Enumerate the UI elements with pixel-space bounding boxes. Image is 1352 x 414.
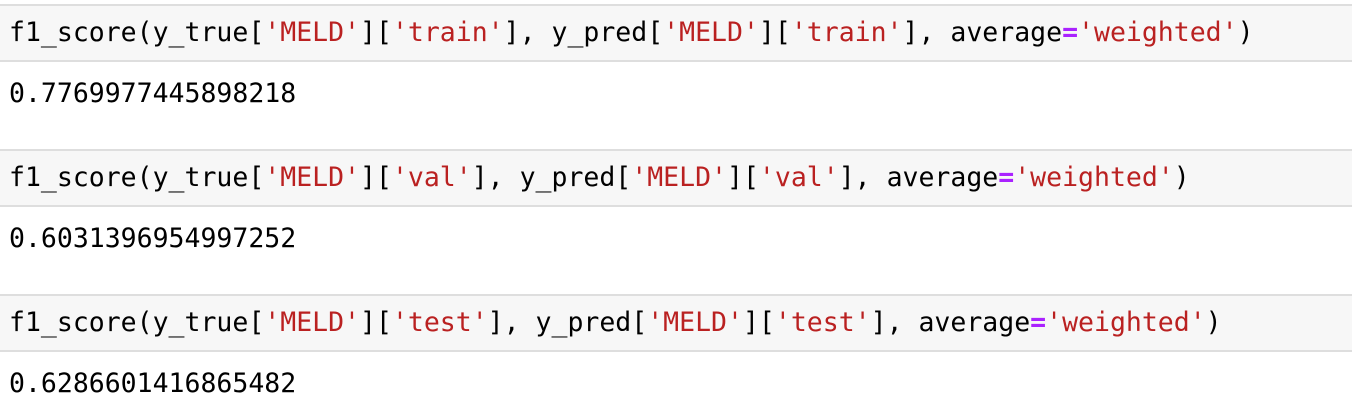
code-cell-output-2: 0.6031396954997252 [0, 219, 1352, 259]
code-string-token: 'MELD' [631, 162, 727, 193]
code-string-token: 'MELD' [663, 17, 759, 48]
code-cell-input-1[interactable]: f1_score(y_true['MELD']['train'], y_pred… [0, 4, 1352, 62]
code-string-token: 'weighted' [1014, 162, 1174, 193]
code-token: ], y_pred[ [487, 307, 648, 338]
code-token: ][ [360, 17, 392, 48]
code-token: ], average [838, 162, 999, 193]
code-string-token: 'val' [391, 162, 472, 193]
code-token: ][ [727, 162, 759, 193]
code-token: ], average [870, 307, 1031, 338]
code-token: f1_score(y_true[ [9, 307, 265, 338]
code-cell-output-3: 0.6286601416865482 [0, 364, 1352, 404]
code-string-token: 'MELD' [264, 17, 361, 48]
code-string-token: 'weighted' [1078, 17, 1238, 48]
code-token: ) [1205, 307, 1222, 338]
code-token: ][ [758, 17, 791, 48]
code-operator-token: = [998, 162, 1015, 193]
code-string-token: 'MELD' [264, 307, 361, 338]
code-token: ], y_pred[ [503, 17, 664, 48]
code-string-token: 'MELD' [264, 162, 361, 193]
code-string-token: 'train' [391, 17, 504, 48]
code-cell-output-1: 0.7769977445898218 [0, 74, 1352, 114]
code-string-token: 'weighted' [1046, 307, 1206, 338]
code-token: ][ [360, 162, 392, 193]
code-string-token: 'MELD' [647, 307, 743, 338]
code-token: ][ [742, 307, 775, 338]
code-token: ][ [360, 307, 392, 338]
code-string-token: 'test' [774, 307, 871, 338]
code-string-token: 'val' [758, 162, 839, 193]
code-token: ) [1237, 17, 1254, 48]
code-string-token: 'test' [391, 307, 488, 338]
code-operator-token: = [1030, 307, 1047, 338]
notebook: f1_score(y_true['MELD']['train'], y_pred… [0, 0, 1352, 414]
code-string-token: 'train' [790, 17, 903, 48]
code-operator-token: = [1062, 17, 1079, 48]
code-token: f1_score(y_true[ [9, 17, 265, 48]
code-token: ], y_pred[ [471, 162, 632, 193]
code-token: ], average [902, 17, 1063, 48]
code-cell-input-2[interactable]: f1_score(y_true['MELD']['val'], y_pred['… [0, 149, 1352, 207]
code-token: f1_score(y_true[ [9, 162, 265, 193]
code-token: ) [1173, 162, 1190, 193]
code-cell-input-3[interactable]: f1_score(y_true['MELD']['test'], y_pred[… [0, 294, 1352, 352]
